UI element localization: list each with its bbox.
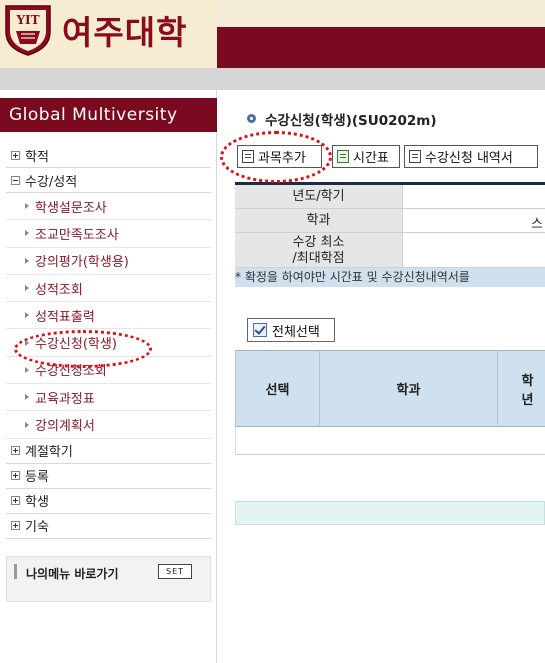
menu-label: 학생: [25, 495, 49, 511]
menu-item-courses-grades[interactable]: 수강/성적: [6, 168, 211, 193]
department-value: 스: [402, 209, 545, 233]
submenu-label: 강의평가(학생용): [35, 255, 129, 271]
collapse-minus-icon: [11, 175, 20, 185]
select-all-button[interactable]: 전체선택: [247, 318, 335, 342]
my-menu-marker: [14, 564, 17, 579]
menu-label: 학적: [25, 149, 49, 165]
arrow-right-icon: [25, 312, 29, 319]
menu-item-enrollment[interactable]: 등록: [6, 464, 211, 489]
menu-label: 기숙: [25, 520, 49, 536]
title-bullet-icon: [247, 114, 256, 123]
column-header-department: 학과: [319, 350, 497, 427]
submenu-item-syllabus[interactable]: 강의계획서: [6, 411, 211, 439]
submenu-label: 성적표출력: [35, 309, 95, 325]
table-icon: [337, 150, 349, 163]
my-menu-set-button[interactable]: SET: [158, 564, 192, 579]
column-header-year: 학 년: [497, 350, 545, 427]
menu-label: 계절학기: [25, 445, 73, 461]
page-title: 수강신청(학생)(SU0202m): [265, 113, 437, 129]
report-label: 수강신청 내역서: [425, 151, 513, 166]
sidebar-title: Global Multiversity: [0, 98, 217, 132]
menu-label: 등록: [25, 470, 49, 486]
registration-report-button[interactable]: 수강신청 내역서: [404, 145, 538, 168]
department-label: 학과: [235, 209, 402, 233]
course-grid-empty-row: [235, 427, 545, 455]
highlight-add-course-annotation: [220, 131, 332, 183]
credits-label-line1: 수강 최소: [292, 235, 345, 250]
my-menu-label: 나의메뉴 바로가기: [26, 567, 119, 581]
expand-plus-icon: [11, 496, 20, 506]
column-header-select: 선택: [235, 350, 319, 427]
credits-label: 수강 최소 /최대학점: [235, 233, 402, 268]
year-semester-value: [402, 185, 545, 209]
year-semester-label: 년도/학기: [235, 185, 402, 209]
university-shield-logo[interactable]: YIT: [3, 4, 53, 56]
arrow-right-icon: [25, 257, 29, 264]
arrow-right-icon: [25, 394, 29, 401]
header-gray-bar: [0, 68, 545, 90]
checkbox-checked-icon: [253, 323, 267, 337]
submenu-label: 조교만족도조사: [35, 227, 119, 243]
submenu-item-transcript-print[interactable]: 성적표출력: [6, 302, 211, 330]
menu-item-student[interactable]: 학생: [6, 489, 211, 514]
arrow-right-icon: [25, 366, 29, 373]
expand-plus-icon: [11, 150, 20, 160]
submenu-item-curriculum[interactable]: 교육과정표: [6, 384, 211, 412]
submenu-label: 성적조회: [35, 282, 83, 298]
menu-item-dormitory[interactable]: 기숙: [6, 514, 211, 539]
header-top-strip: [217, 0, 545, 27]
timetable-label: 시간표: [353, 151, 389, 166]
submenu-item-course-evaluation[interactable]: 강의평가(학생용): [6, 248, 211, 275]
submenu-item-student-survey[interactable]: 학생설문조사: [6, 193, 211, 221]
submenu-label: 학생설문조사: [35, 200, 107, 216]
submenu-item-grade-lookup[interactable]: 성적조회: [6, 275, 211, 303]
submenu-item-assistant-survey[interactable]: 조교만족도조사: [6, 220, 211, 248]
expand-plus-icon: [11, 521, 20, 531]
confirmation-notice: * 확정을 하여야만 시간표 및 수강신청내역서를: [235, 268, 545, 287]
menu-item-academic[interactable]: 학적: [6, 143, 211, 168]
shield-text: YIT: [15, 13, 39, 27]
menu-label: 수강/성적: [25, 174, 78, 190]
expand-plus-icon: [11, 471, 20, 481]
submenu-label: 강의계획서: [35, 419, 95, 435]
submenu-label: 교육과정표: [35, 391, 95, 407]
select-all-label: 전체선택: [272, 324, 320, 340]
department-value-text: 스: [531, 217, 543, 232]
highlight-course-registration-annotation: [14, 330, 152, 368]
credits-value: [402, 233, 545, 268]
expand-plus-icon: [11, 446, 20, 456]
credits-label-line2: /최대학점: [292, 251, 345, 266]
arrow-right-icon: [25, 285, 29, 292]
arrow-right-icon: [25, 230, 29, 237]
timetable-button[interactable]: 시간표: [332, 145, 400, 168]
grid-footer-bar: [235, 501, 545, 525]
university-name-logo[interactable]: 여주대학: [62, 6, 187, 54]
column-header-year-line2: 년: [521, 392, 534, 408]
document-icon: [409, 150, 421, 163]
menu-item-seasonal[interactable]: 계절학기: [6, 439, 211, 464]
column-header-year-line1: 학: [521, 373, 534, 389]
header-banner: [217, 27, 545, 68]
arrow-right-icon: [25, 203, 29, 210]
arrow-right-icon: [25, 421, 29, 428]
